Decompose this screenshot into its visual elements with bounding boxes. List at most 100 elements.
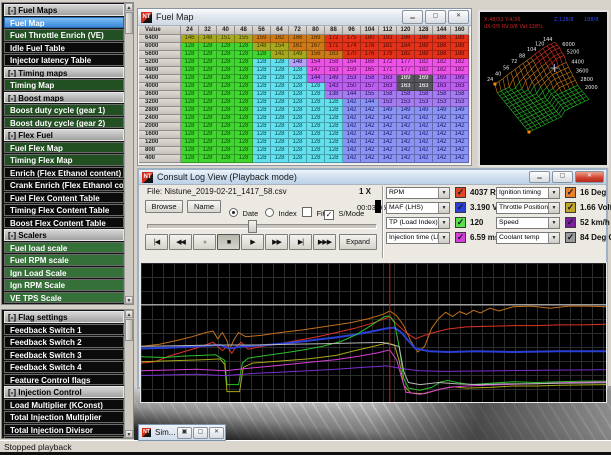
- chevron-down-icon[interactable]: ▼: [548, 218, 559, 228]
- fuel-cell-5600-128[interactable]: 188: [415, 51, 433, 59]
- fuel-cell-400-64[interactable]: 128: [271, 155, 289, 163]
- fuel-cell-3600-40[interactable]: 128: [217, 91, 235, 99]
- col-header-120[interactable]: 120: [397, 26, 415, 35]
- fuel-cell-6000-64[interactable]: 154: [271, 43, 289, 51]
- fuel-cell-1600-56[interactable]: 128: [253, 131, 271, 139]
- fuel-cell-2400-40[interactable]: 128: [217, 115, 235, 123]
- sidebar-item-injection[interactable]: Injection: [4, 436, 124, 438]
- row-header-5600[interactable]: 5600: [139, 51, 181, 59]
- fuel-cell-2400-56[interactable]: 128: [253, 115, 271, 123]
- sidebar-item-feedback-switch-1[interactable]: Feedback Switch 1: [4, 324, 124, 336]
- fuel-cell-3200-80[interactable]: 128: [307, 99, 325, 107]
- fuel-cell-2000-96[interactable]: 142: [343, 123, 361, 131]
- fuel-cell-2800-24[interactable]: 128: [181, 107, 199, 115]
- sidebar-item-total-injection-divisor[interactable]: Total Injection Divisor: [4, 424, 124, 436]
- fuel-cell-4800-96[interactable]: 159: [343, 67, 361, 75]
- col-header-32[interactable]: 32: [199, 26, 217, 35]
- fuel-cell-400-120[interactable]: 142: [397, 155, 415, 163]
- fuel-cell-4400-40[interactable]: 128: [217, 75, 235, 83]
- fuel-cell-4000-128[interactable]: 163: [415, 83, 433, 91]
- fuel-cell-1600-160[interactable]: 142: [451, 131, 469, 139]
- fuel-cell-1600-48[interactable]: 128: [235, 131, 253, 139]
- fuel-cell-2400-32[interactable]: 128: [199, 115, 217, 123]
- fuel-cell-1200-160[interactable]: 142: [451, 139, 469, 147]
- fuel-cell-2400-144[interactable]: 142: [433, 115, 451, 123]
- fuel-cell-400-104[interactable]: 142: [361, 155, 379, 163]
- fuel-cell-4400-128[interactable]: 169: [415, 75, 433, 83]
- row-header-6400[interactable]: 6400: [139, 35, 181, 43]
- param-select-right-1[interactable]: Throttle Position▼: [496, 202, 560, 214]
- close-button[interactable]: ✕: [209, 427, 224, 439]
- fuel-cell-400-40[interactable]: 128: [217, 155, 235, 163]
- fuel-cell-6000-160[interactable]: 188: [451, 43, 469, 51]
- sidebar-item-feature-control-flags[interactable]: Feature Control flags: [4, 374, 124, 386]
- col-header-160[interactable]: 160: [451, 26, 469, 35]
- fuel-cell-6400-24[interactable]: 146: [181, 35, 199, 43]
- row-header-3600[interactable]: 3600: [139, 91, 181, 99]
- fuel-cell-6000-120[interactable]: 184: [397, 43, 415, 51]
- fuel-cell-3600-112[interactable]: 158: [379, 91, 397, 99]
- fuel-cell-800-128[interactable]: 142: [415, 147, 433, 155]
- fuel-cell-5600-104[interactable]: 176: [361, 51, 379, 59]
- fuel-cell-800-112[interactable]: 142: [379, 147, 397, 155]
- fuel-cell-1600-80[interactable]: 128: [307, 131, 325, 139]
- fuel-cell-4400-24[interactable]: 128: [181, 75, 199, 83]
- param-select-right-2[interactable]: Speed▼: [496, 217, 560, 229]
- fuel-cell-2400-104[interactable]: 142: [361, 115, 379, 123]
- fuel-cell-6400-88[interactable]: 172: [325, 35, 343, 43]
- sidebar-item-fuel-throttle-enrich-ve[interactable]: Fuel Throttle Enrich (VE): [4, 29, 124, 41]
- fuel-cell-1200-40[interactable]: 128: [217, 139, 235, 147]
- sidebar-item-fuel-flex-content-table[interactable]: Fuel Flex Content Table: [4, 192, 124, 204]
- row-header-5200[interactable]: 5200: [139, 59, 181, 67]
- fuel-cell-6400-80[interactable]: 169: [307, 35, 325, 43]
- sidebar-item-feedback-switch-3[interactable]: Feedback Switch 3: [4, 349, 124, 361]
- fuel-cell-5200-32[interactable]: 128: [199, 59, 217, 67]
- fuel-cell-2400-160[interactable]: 142: [451, 115, 469, 123]
- col-header-96[interactable]: 96: [343, 26, 361, 35]
- sidebar-item-fuel-load-scale[interactable]: Fuel load scale: [4, 242, 124, 254]
- fuel-cell-4000-120[interactable]: 163: [397, 83, 415, 91]
- sidebar-item-feedback-switch-2[interactable]: Feedback Switch 2: [4, 336, 124, 348]
- sidebar-item-boost-duty-cycle-gear-1[interactable]: Boost duty cycle (gear 1): [4, 104, 124, 116]
- fuel-cell-3200-112[interactable]: 153: [379, 99, 397, 107]
- fuel-cell-2000-104[interactable]: 142: [361, 123, 379, 131]
- fuel-cell-5200-128[interactable]: 182: [415, 59, 433, 67]
- fuel-cell-6400-64[interactable]: 162: [271, 35, 289, 43]
- close-button[interactable]: ✕: [448, 10, 469, 24]
- fuel-cell-5600-64[interactable]: 141: [271, 51, 289, 59]
- scroll-thumb[interactable]: [125, 319, 133, 341]
- scroll-thumb[interactable]: [125, 12, 133, 34]
- fuel-cell-1600-32[interactable]: 128: [199, 131, 217, 139]
- fuel-cell-4800-56[interactable]: 128: [253, 67, 271, 75]
- fuel-cell-2400-112[interactable]: 142: [379, 115, 397, 123]
- sidebar-item-fuel-map[interactable]: Fuel Map: [4, 17, 124, 29]
- minimize-button[interactable]: ▁: [529, 171, 550, 183]
- fuel-cell-4400-88[interactable]: 149: [325, 75, 343, 83]
- fuel-cell-3200-32[interactable]: 128: [199, 99, 217, 107]
- sidebar-item-timing-flex-map[interactable]: Timing Flex Map: [4, 154, 124, 166]
- fuel-cell-6000-72[interactable]: 161: [289, 43, 307, 51]
- fuel-cell-4000-104[interactable]: 157: [361, 83, 379, 91]
- sidebar-item-injector-latency-table[interactable]: Injector latency Table: [4, 54, 124, 66]
- fuel-cell-6000-32[interactable]: 128: [199, 43, 217, 51]
- fuel-cell-1600-104[interactable]: 142: [361, 131, 379, 139]
- fuel-cell-3600-160[interactable]: 158: [451, 91, 469, 99]
- row-header-6000[interactable]: 6000: [139, 43, 181, 51]
- fuel-cell-1200-64[interactable]: 128: [271, 139, 289, 147]
- sidebar-item-enrich-flex-ethanol-content[interactable]: Enrich (Flex Ethanol content): [4, 167, 124, 179]
- fuel-cell-3200-128[interactable]: 153: [415, 99, 433, 107]
- row-header-4800[interactable]: 4800: [139, 67, 181, 75]
- col-header-48[interactable]: 48: [235, 26, 253, 35]
- fuel-cell-800-24[interactable]: 128: [181, 147, 199, 155]
- row-header-3200[interactable]: 3200: [139, 99, 181, 107]
- fuel-cell-2000-80[interactable]: 128: [307, 123, 325, 131]
- fuel-cell-800-88[interactable]: 128: [325, 147, 343, 155]
- fuel-cell-4800-112[interactable]: 171: [379, 67, 397, 75]
- fuel-cell-4000-24[interactable]: 128: [181, 83, 199, 91]
- fuel-cell-4400-72[interactable]: 128: [289, 75, 307, 83]
- fuel-cell-3200-104[interactable]: 144: [361, 99, 379, 107]
- fuel-cell-6400-48[interactable]: 155: [235, 35, 253, 43]
- consult-titlebar[interactable]: NT Consult Log View (Playback mode) ▁ ▢ …: [139, 170, 606, 185]
- fuel-cell-3600-48[interactable]: 128: [235, 91, 253, 99]
- fuel-cell-5600-48[interactable]: 128: [235, 51, 253, 59]
